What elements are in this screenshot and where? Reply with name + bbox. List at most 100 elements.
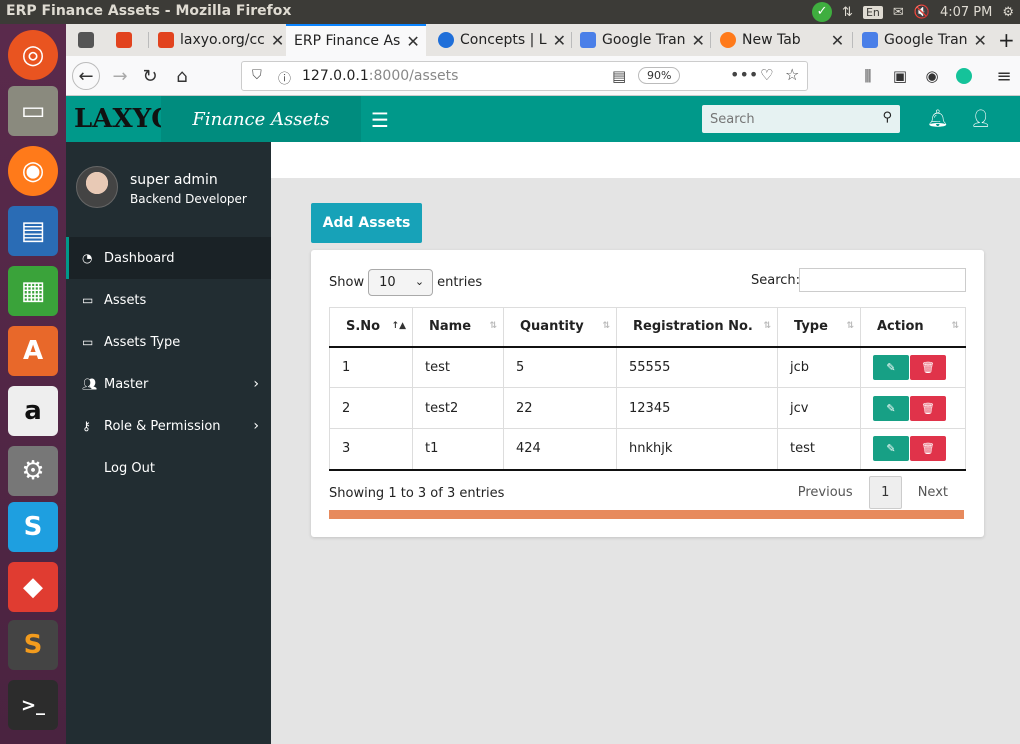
sort-icon: ⇅ [763, 321, 771, 331]
column-header-registration[interactable]: Registration No. ⇅ [616, 307, 778, 348]
shield-icon[interactable]: ⛉ [252, 68, 262, 83]
more-actions-icon[interactable]: ••• [730, 65, 758, 84]
sidebar-item-assets-type[interactable]: ▭ Assets Type [66, 321, 271, 363]
column-header-type[interactable]: Type ⇅ [777, 307, 861, 348]
entries-select[interactable]: 10 ⌄ [368, 269, 434, 296]
sidebar-item-master[interactable]: 👥︎ Master › [66, 363, 271, 405]
tab-laxyo[interactable]: laxyo.org/cc ✕ [150, 24, 284, 56]
mail-icon[interactable]: ✉ [893, 5, 904, 20]
clock[interactable]: 4:07 PM [940, 5, 992, 20]
column-label: Registration No. [633, 319, 753, 335]
sidebar-item-assets[interactable]: ▭ Assets [66, 279, 271, 321]
bookmark-star-icon[interactable]: ☆ [785, 65, 799, 84]
anydesk-icon[interactable]: ◆ [8, 562, 58, 612]
search-icon[interactable]: ⚲ [882, 110, 892, 125]
tab-pinned-2[interactable] [108, 24, 144, 56]
system-settings-icon[interactable]: ⚙ [8, 446, 58, 496]
sidebar-toggle-icon[interactable]: ☰ [371, 108, 389, 132]
close-icon[interactable]: ✕ [692, 31, 705, 50]
skype-icon[interactable]: S [8, 502, 58, 552]
laxyo-logo[interactable]: LAXYO [66, 96, 174, 142]
new-tab-plus-icon[interactable]: + [994, 24, 1020, 56]
reader-view-icon[interactable]: ▤ [612, 67, 626, 85]
sublime-text-icon[interactable]: S [8, 620, 58, 670]
edit-button[interactable]: ✎ [873, 354, 909, 380]
forward-arrow-icon[interactable]: → [106, 62, 134, 90]
library-icon[interactable]: ⫼ [854, 62, 882, 90]
add-assets-button[interactable]: Add Assets [311, 203, 422, 243]
close-icon[interactable]: ✕ [553, 31, 566, 50]
hamburger-menu-icon[interactable]: ≡ [990, 62, 1018, 90]
sidebar-item-label: Assets Type [104, 334, 181, 350]
system-tray: ✓ ⇅ En ✉ 🔇 4:07 PM ⚙ [812, 0, 1020, 24]
close-icon[interactable]: ✕ [974, 31, 987, 50]
sidebar-item-logout[interactable]: Log Out [66, 447, 271, 489]
column-header-quantity[interactable]: Quantity ⇅ [503, 307, 617, 348]
bell-icon[interactable]: 🔔︎ [927, 109, 949, 129]
column-header-action[interactable]: Action ⇅ [860, 307, 966, 348]
files-icon[interactable]: ▭ [8, 86, 58, 136]
url-path: :8000/assets [368, 68, 459, 84]
sidebar-icon[interactable]: ▣ [886, 62, 914, 90]
volume-muted-icon[interactable]: 🔇 [914, 5, 930, 20]
page-1-button[interactable]: 1 [868, 476, 902, 509]
info-icon[interactable]: ⓘ [278, 68, 291, 87]
home-icon[interactable]: ⌂ [168, 62, 196, 90]
chevron-right-icon: › [253, 376, 259, 392]
url-bar[interactable]: ⛉ ⓘ 127.0.0.1:8000/assets ▤ 90% ••• ♡ ☆ [241, 61, 808, 91]
update-check-icon[interactable]: ✓ [812, 2, 833, 22]
delete-button[interactable]: 🗑︎ [910, 395, 946, 421]
user-icon[interactable]: 👤︎ [970, 109, 992, 129]
amazon-icon[interactable]: a [8, 386, 58, 436]
firefox-icon[interactable]: ◉ [8, 146, 58, 196]
avatar [76, 166, 118, 208]
writer-icon[interactable]: ▤ [8, 206, 58, 256]
grammarly-icon[interactable] [950, 62, 978, 90]
edit-button[interactable]: ✎ [873, 395, 909, 421]
keyboard-language[interactable]: En [862, 5, 883, 19]
tab-new-tab[interactable]: New Tab ✕ [712, 24, 852, 56]
next-page-button[interactable]: Next [918, 485, 948, 500]
edit-button[interactable]: ✎ [873, 436, 909, 462]
tab-pinned-1[interactable] [70, 24, 108, 56]
sidebar-item-dashboard[interactable]: ◔ Dashboard [66, 237, 271, 279]
cell-name: test [412, 346, 504, 388]
table-search-input[interactable] [799, 268, 966, 292]
account-icon[interactable]: ◉ [918, 62, 946, 90]
laptop-icon: ▭ [82, 293, 94, 307]
terminal-icon[interactable]: >_ [8, 680, 58, 730]
close-icon[interactable]: ✕ [406, 32, 419, 51]
close-icon[interactable]: ✕ [831, 31, 844, 50]
tab-label: Google Tran [602, 32, 686, 48]
url-host: 127.0.0.1 [302, 68, 369, 84]
sidebar-item-role-permission[interactable]: ⚷ Role & Permission › [66, 405, 271, 447]
tab-separator [852, 32, 853, 48]
column-header-sno[interactable]: S.No ↑▲ [329, 307, 413, 348]
calc-icon[interactable]: ▦ [8, 266, 58, 316]
header-search-input[interactable] [702, 105, 872, 133]
tab-erp-finance[interactable]: ERP Finance As ✕ [286, 24, 426, 56]
horizontal-scrollbar[interactable] [329, 510, 964, 519]
pocket-icon[interactable]: ♡ [760, 66, 773, 84]
google-translate-icon [580, 32, 596, 48]
previous-page-button[interactable]: Previous [798, 485, 853, 500]
settings-gear-icon[interactable]: ⚙ [1002, 5, 1014, 20]
reload-icon[interactable]: ↻ [136, 62, 164, 90]
cell-sno: 1 [329, 346, 413, 388]
software-center-icon[interactable]: A [8, 326, 58, 376]
zoom-level[interactable]: 90% [638, 67, 681, 84]
sort-icon: ⇅ [489, 321, 497, 331]
back-arrow-icon[interactable]: ← [72, 62, 100, 90]
ubuntu-logo-icon[interactable]: ◎ [8, 30, 58, 80]
delete-button[interactable]: 🗑︎ [910, 354, 946, 380]
tab-concepts[interactable]: Concepts | L ✕ [430, 24, 568, 56]
url-text[interactable]: 127.0.0.1:8000/assets [302, 68, 458, 84]
network-icon[interactable]: ⇅ [842, 5, 853, 20]
delete-button[interactable]: 🗑︎ [910, 436, 946, 462]
tab-google-translate-1[interactable]: Google Tran ✕ [572, 24, 710, 56]
cell-name: t1 [412, 428, 504, 471]
tab-google-translate-2[interactable]: Google Tran ✕ [854, 24, 990, 56]
close-icon[interactable]: ✕ [271, 31, 284, 50]
column-label: Action [877, 319, 924, 335]
column-header-name[interactable]: Name ⇅ [412, 307, 504, 348]
